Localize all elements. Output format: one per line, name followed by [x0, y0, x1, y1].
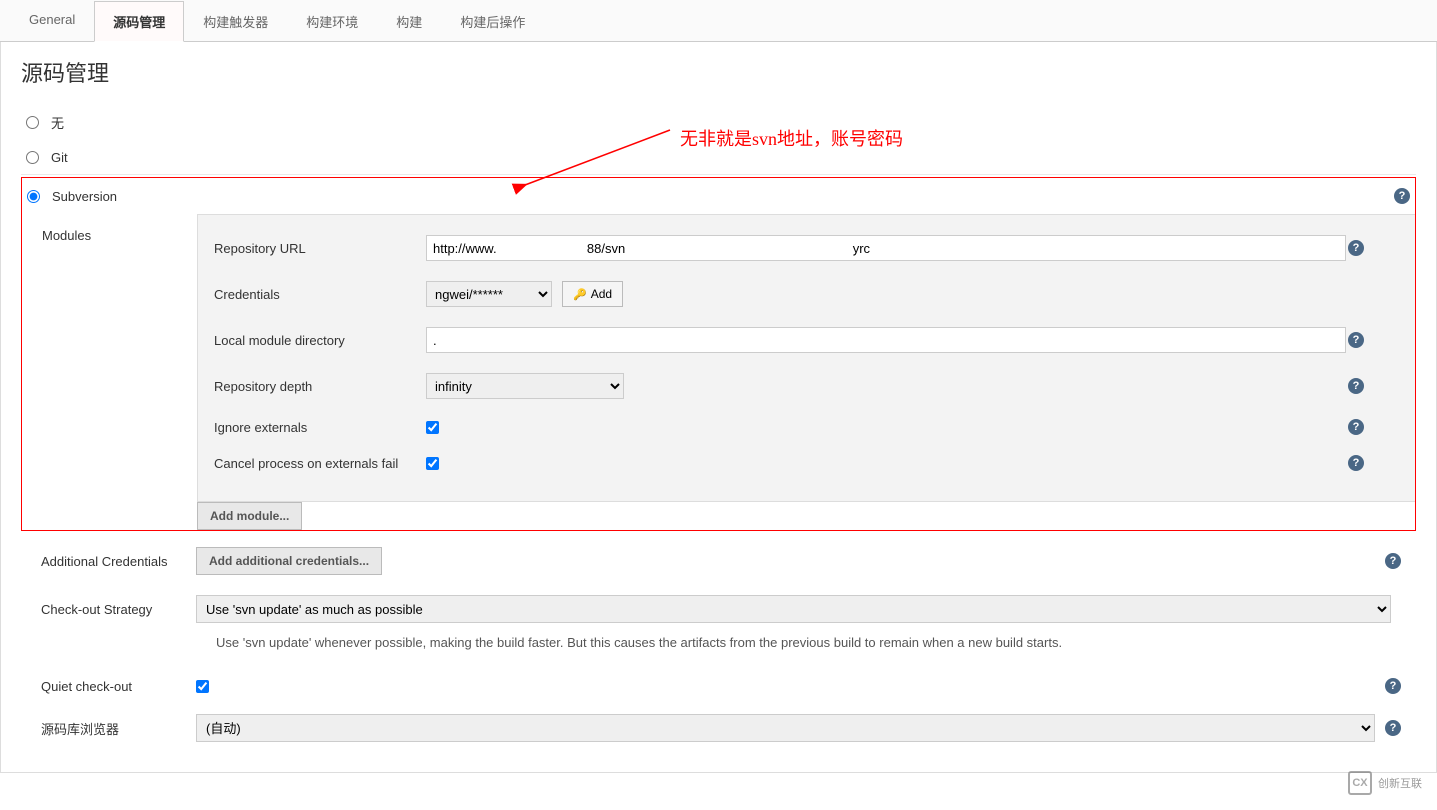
label-quiet-checkout: Quiet check-out	[21, 679, 196, 694]
label-local-dir: Local module directory	[214, 333, 426, 348]
help-icon-subversion[interactable]: ?	[1394, 188, 1410, 204]
radio-scm-subversion[interactable]	[27, 190, 40, 203]
tab-build[interactable]: 构建	[377, 1, 441, 42]
help-icon-local-dir[interactable]: ?	[1348, 332, 1364, 348]
input-repo-url[interactable]	[426, 235, 1346, 261]
checkbox-quiet-checkout[interactable]	[196, 680, 209, 693]
label-checkout-strategy: Check-out Strategy	[21, 602, 196, 617]
annotation-text: 无非就是svn地址，账号密码	[680, 125, 903, 151]
label-scm-git: Git	[51, 150, 68, 165]
help-icon-ignore-externals[interactable]: ?	[1348, 419, 1364, 435]
add-cred-label: Add	[591, 287, 612, 301]
input-local-dir[interactable]	[426, 327, 1346, 353]
help-icon-repo-depth[interactable]: ?	[1348, 378, 1364, 394]
tab-build-env[interactable]: 构建环境	[287, 1, 377, 42]
label-repo-browser: 源码库浏览器	[21, 719, 196, 738]
add-credentials-button[interactable]: 🔑 Add	[562, 281, 623, 307]
checkout-strategy-description: Use 'svn update' whenever possible, maki…	[21, 631, 1416, 662]
label-credentials: Credentials	[214, 287, 426, 302]
section-title-scm: 源码管理	[21, 56, 1416, 88]
help-icon-repo-browser[interactable]: ?	[1385, 720, 1401, 736]
config-tabs: General 源码管理 构建触发器 构建环境 构建 构建后操作	[0, 0, 1437, 42]
label-repo-depth: Repository depth	[214, 379, 426, 394]
modules-section-label: Modules	[22, 214, 197, 502]
add-additional-credentials-button[interactable]: Add additional credentials...	[196, 547, 382, 575]
label-repo-url: Repository URL	[214, 241, 426, 256]
label-additional-credentials: Additional Credentials	[21, 554, 196, 569]
help-icon-repo-url[interactable]: ?	[1348, 240, 1364, 256]
tab-scm[interactable]: 源码管理	[94, 1, 184, 42]
label-ignore-externals: Ignore externals	[214, 420, 426, 435]
watermark-logo-icon: CX	[1348, 771, 1372, 795]
select-repo-depth[interactable]: infinity	[426, 373, 624, 399]
help-icon-quiet-checkout[interactable]: ?	[1385, 678, 1401, 694]
tab-triggers[interactable]: 构建触发器	[184, 1, 287, 42]
radio-scm-none[interactable]	[26, 116, 39, 129]
label-cancel-on-fail: Cancel process on externals fail	[214, 456, 426, 471]
key-icon: 🔑	[573, 288, 587, 301]
add-module-button[interactable]: Add module...	[197, 502, 302, 530]
help-icon-additional-cred[interactable]: ?	[1385, 553, 1401, 569]
checkbox-ignore-externals[interactable]	[426, 421, 439, 434]
label-scm-subversion: Subversion	[52, 189, 117, 204]
tab-general[interactable]: General	[10, 1, 94, 42]
tab-post-build[interactable]: 构建后操作	[441, 1, 544, 42]
highlighted-subversion-block: Subversion ? Modules Repository URL ? C	[21, 177, 1416, 531]
select-checkout-strategy[interactable]: Use 'svn update' as much as possible	[196, 595, 1391, 623]
select-repo-browser[interactable]: (自动)	[196, 714, 1375, 742]
radio-scm-git[interactable]	[26, 151, 39, 164]
watermark-text: 创新互联	[1378, 775, 1422, 791]
help-icon-cancel-on-fail[interactable]: ?	[1348, 455, 1364, 471]
checkbox-cancel-on-fail[interactable]	[426, 457, 439, 470]
select-credentials[interactable]: ngwei/******	[426, 281, 552, 307]
watermark: CX 创新互联	[1348, 771, 1422, 795]
label-scm-none: 无	[51, 113, 64, 132]
